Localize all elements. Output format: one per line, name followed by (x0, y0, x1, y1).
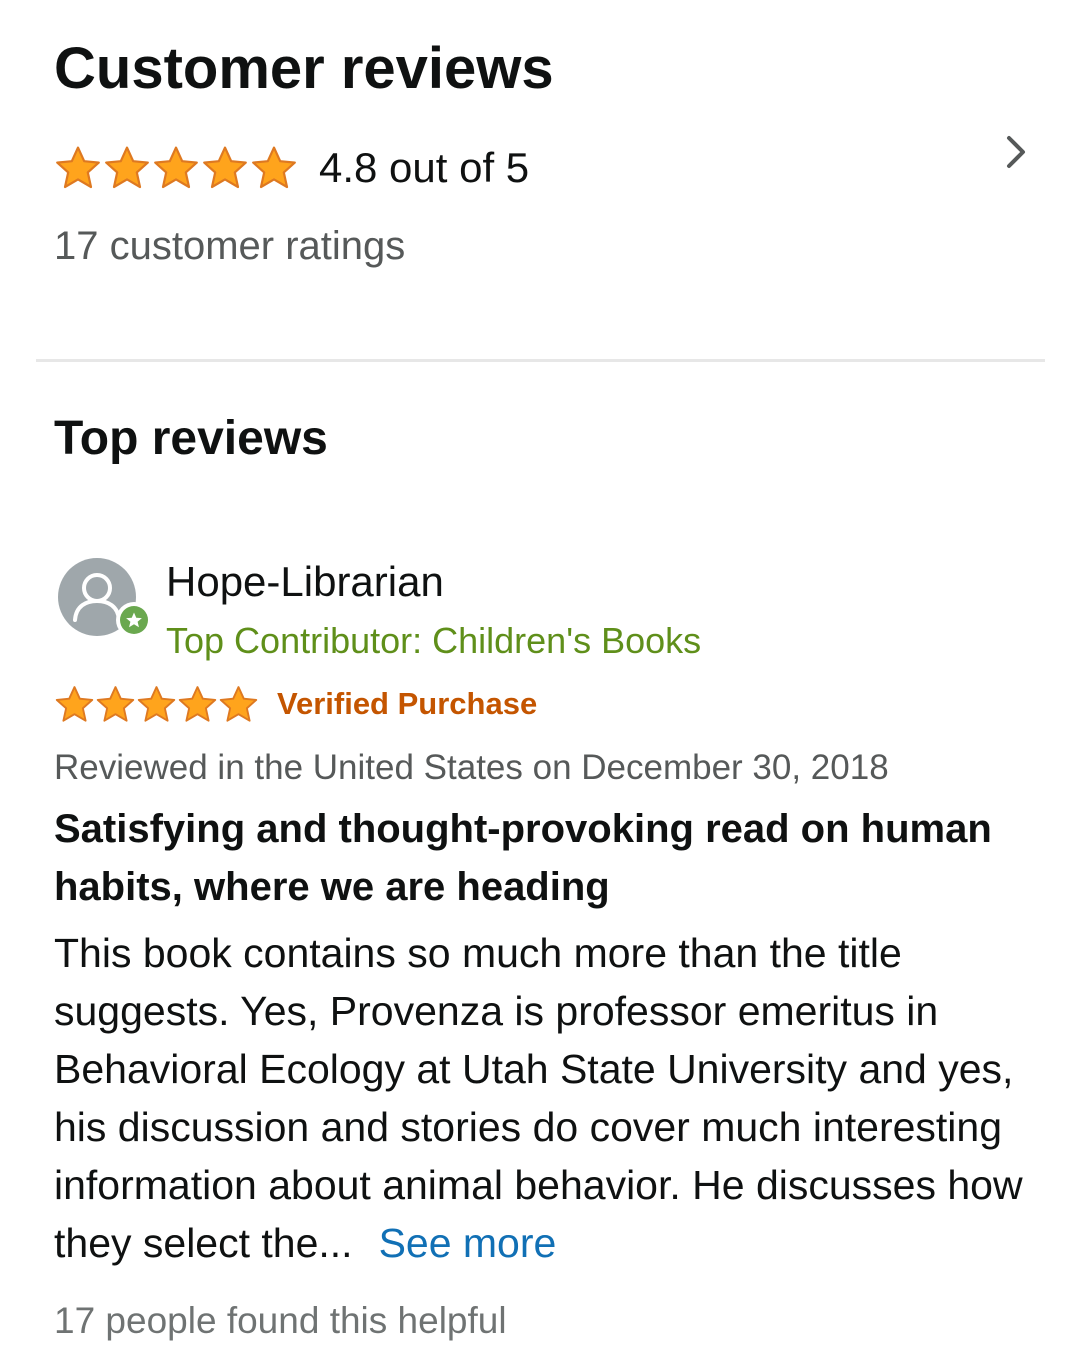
ratings-count[interactable]: 17 customer ratings (54, 224, 405, 269)
reviewer-name[interactable]: Hope-Librarian (166, 558, 444, 606)
review-body-text: This book contains so much more than the… (54, 930, 1023, 1266)
overall-rating-text: 4.8 out of 5 (319, 144, 530, 191)
customer-reviews-title: Customer reviews (54, 36, 554, 101)
review-rating-row: Verified Purchase (54, 682, 537, 726)
star-icon (252, 146, 296, 189)
review-title[interactable]: Satisfying and thought-provoking read on… (54, 800, 1014, 916)
review-star-rating (54, 684, 259, 725)
star-badge-icon (126, 612, 142, 628)
overall-rating-row[interactable]: 4.8 out of 5 (54, 140, 529, 196)
contributor-badge-text[interactable]: Top Contributor: Children's Books (166, 620, 701, 662)
star-icon (137, 685, 176, 722)
avatar[interactable] (58, 558, 152, 638)
star-icon (55, 685, 94, 722)
reviews-summary: Customer reviews 4.8 out of 5 17 custome… (0, 0, 1079, 360)
chevron-right-icon[interactable] (996, 130, 1040, 174)
star-icon (203, 146, 247, 189)
top-reviews-title: Top reviews (54, 412, 328, 465)
star-icon (178, 685, 217, 722)
review-body: This book contains so much more than the… (54, 924, 1024, 1272)
helpful-count: 17 people found this helpful (54, 1300, 507, 1341)
overall-star-rating (54, 144, 299, 192)
star-icon (105, 146, 149, 189)
see-more-link[interactable]: See more (379, 1220, 557, 1266)
review-date: Reviewed in the United States on Decembe… (54, 748, 889, 787)
star-icon (154, 146, 198, 189)
verified-purchase-label: Verified Purchase (277, 686, 538, 721)
star-icon (219, 685, 258, 722)
top-contributor-badge (116, 602, 152, 638)
section-divider (36, 359, 1045, 362)
star-icon (96, 685, 135, 722)
star-icon (56, 146, 100, 189)
